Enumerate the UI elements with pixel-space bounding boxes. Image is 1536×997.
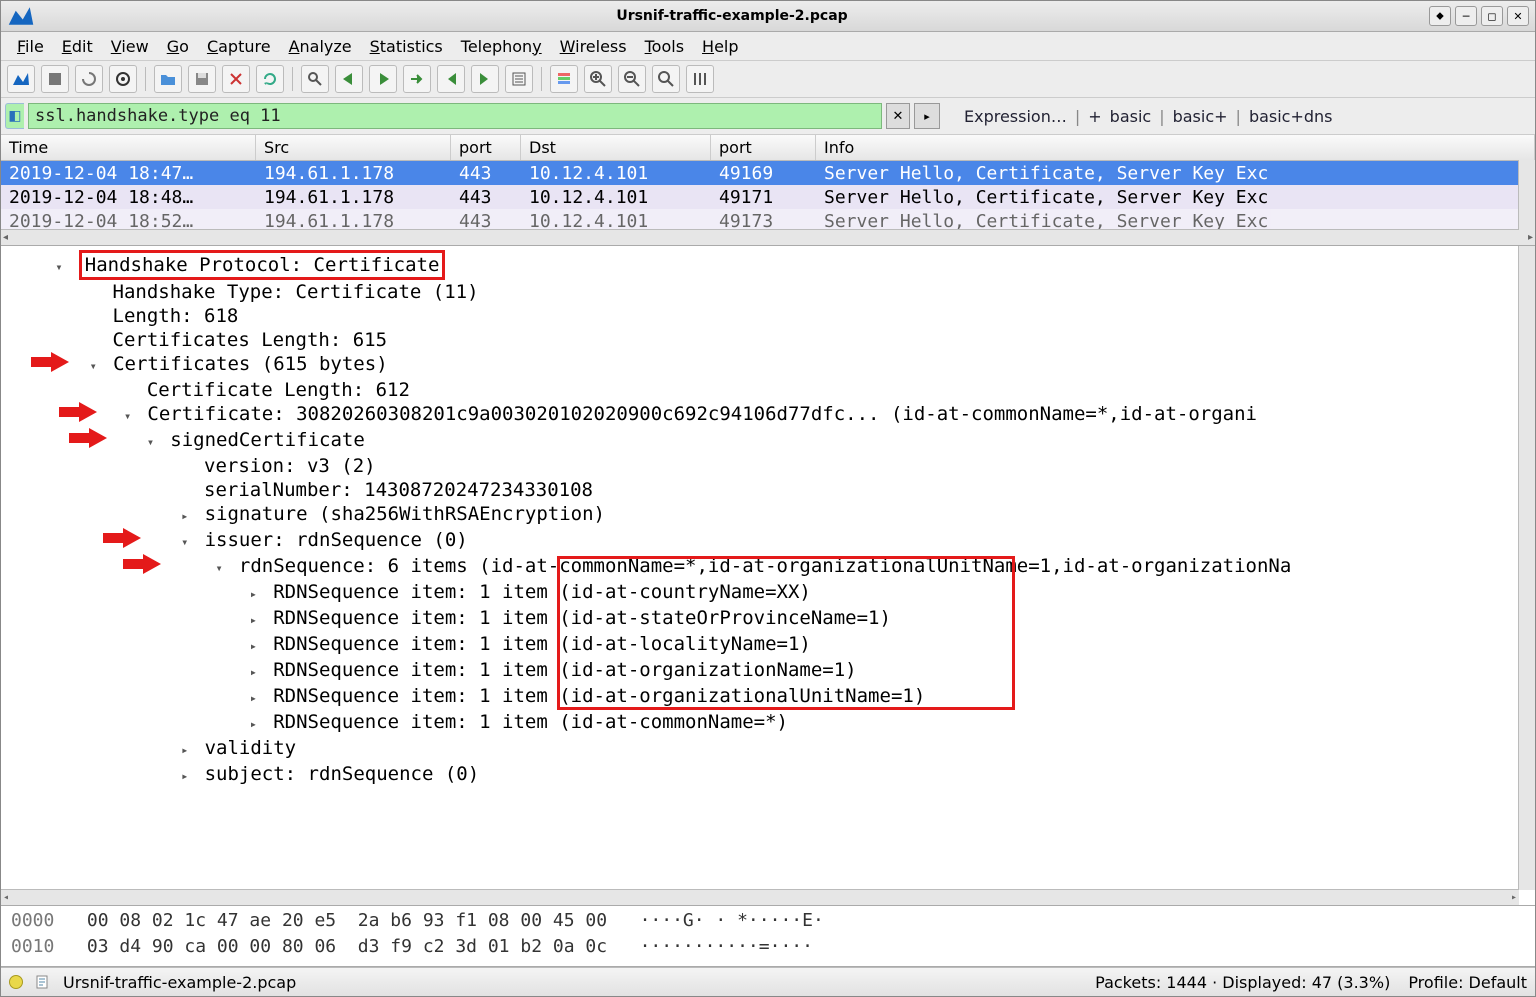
reload-button[interactable] [256,65,284,93]
start-capture-button[interactable] [7,65,35,93]
notepad-icon[interactable] [35,974,51,990]
filter-apply-button[interactable]: ▸ [914,103,940,129]
expert-info-led-icon[interactable] [9,975,23,989]
col-dport[interactable]: port [711,135,816,160]
col-src[interactable]: Src [256,135,451,160]
tree-row[interactable]: Certificates Length: 615 [21,328,1535,352]
hex-pane[interactable]: 0000 00 08 02 1c 47 ae 20 e5 2a b6 93 f1… [1,906,1535,967]
zoom-reset-button[interactable] [652,65,680,93]
minimize-button[interactable]: ─ [1455,6,1477,26]
filter-basic[interactable]: basic [1110,107,1152,126]
open-file-button[interactable] [154,65,182,93]
tree-row[interactable]: Length: 618 [21,304,1535,328]
tree-row[interactable]: ▸ validity [21,736,1535,762]
go-to-packet-button[interactable] [403,65,431,93]
menu-analyze[interactable]: Analyze [281,35,360,58]
packet-list-scrollbar-h[interactable]: ◂▸ [1,229,1535,245]
tree-row[interactable]: ▾ Handshake Protocol: Certificate [21,250,1535,280]
filter-bar: ◧ ✕ ▸ Expression… | + basic | basic+ | b… [1,98,1535,135]
toolbar [1,61,1535,98]
packet-list-pane: Time Src port Dst port Info 2019-12-04 1… [1,135,1535,246]
tree-row[interactable]: version: v3 (2) [21,454,1535,478]
resize-columns-button[interactable] [686,65,714,93]
maximize-button[interactable]: ◻ [1481,6,1503,26]
filter-bookmark-icon[interactable]: ◧ [5,103,24,129]
tree-row[interactable]: ▸ RDNSequence item: 1 item (id-at-locali… [21,632,1535,658]
wireshark-window: Ursnif-traffic-example-2.pcap ⬥ ─ ◻ ✕ Fi… [0,0,1536,997]
menu-tools[interactable]: Tools [637,35,692,58]
tree-row[interactable]: ▾ rdnSequence: 6 items (id-at-commonName… [21,554,1535,580]
capture-options-button[interactable] [109,65,137,93]
close-button[interactable]: ✕ [1507,6,1529,26]
packet-details-pane: ▾ Handshake Protocol: Certificate Handsh… [1,246,1535,906]
tree-row[interactable]: ▸ RDNSequence item: 1 item (id-at-countr… [21,580,1535,606]
zoom-out-button[interactable] [618,65,646,93]
packet-list-scrollbar-v[interactable] [1518,160,1535,230]
filter-clear-button[interactable]: ✕ [886,103,910,129]
tree-row[interactable]: ▸ RDNSequence item: 1 item (id-at-organi… [21,658,1535,684]
zoom-in-button[interactable] [584,65,612,93]
restart-capture-button[interactable] [75,65,103,93]
packet-row[interactable]: 2019-12-04 18:52…194.61.1.17844310.12.4.… [1,209,1535,229]
expression-button[interactable]: Expression… [964,107,1067,126]
menu-edit[interactable]: Edit [54,35,101,58]
stop-capture-button[interactable] [41,65,69,93]
tree-row[interactable]: ▾ Certificate: 30820260308201c9a00302010… [21,402,1535,428]
title-bar: Ursnif-traffic-example-2.pcap ⬥ ─ ◻ ✕ [1,1,1535,32]
menu-wireless[interactable]: Wireless [552,35,635,58]
save-file-button[interactable] [188,65,216,93]
menu-help[interactable]: Help [694,35,746,58]
window-title: Ursnif-traffic-example-2.pcap [35,8,1429,24]
tree-row[interactable]: ▾ signedCertificate [21,428,1535,454]
go-back-button[interactable] [335,65,363,93]
display-filter-input[interactable] [28,103,882,129]
status-profile[interactable]: Profile: Default [1408,973,1527,992]
menu-go[interactable]: Go [159,35,197,58]
close-file-button[interactable] [222,65,250,93]
packet-list-header: Time Src port Dst port Info [1,135,1535,161]
details-scrollbar-v[interactable] [1518,246,1535,890]
tree-row[interactable]: ▸ RDNSequence item: 1 item (id-at-organi… [21,684,1535,710]
window-buttons: ⬥ ─ ◻ ✕ [1429,6,1529,26]
tree-row[interactable]: Certificate Length: 612 [21,378,1535,402]
status-packets: Packets: 1444 · Displayed: 47 (3.3%) [1095,973,1390,992]
status-file: Ursnif-traffic-example-2.pcap [63,973,296,992]
go-first-button[interactable] [437,65,465,93]
go-last-button[interactable] [471,65,499,93]
colorize-button[interactable] [550,65,578,93]
menu-telephony[interactable]: Telephony [453,35,550,58]
tree-row[interactable]: ▸ RDNSequence item: 1 item (id-at-stateO… [21,606,1535,632]
find-packet-button[interactable] [301,65,329,93]
menu-view[interactable]: View [103,35,157,58]
tree-row[interactable]: Handshake Type: Certificate (11) [21,280,1535,304]
tree-row[interactable]: ▸ RDNSequence item: 1 item (id-at-common… [21,710,1535,736]
status-bar: Ursnif-traffic-example-2.pcap Packets: 1… [1,967,1535,996]
details-scrollbar-h[interactable]: ◂▸ [1,889,1519,905]
auto-scroll-button[interactable] [505,65,533,93]
col-dst[interactable]: Dst [521,135,711,160]
menu-statistics[interactable]: Statistics [362,35,451,58]
menu-bar: File Edit View Go Capture Analyze Statis… [1,32,1535,61]
filter-basicplus[interactable]: basic+ [1173,107,1228,126]
filter-basicdns[interactable]: basic+dns [1249,107,1333,126]
go-forward-button[interactable] [369,65,397,93]
menu-capture[interactable]: Capture [199,35,279,58]
tree-row[interactable]: ▾ issuer: rdnSequence (0) [21,528,1535,554]
tree-row[interactable]: ▾ Certificates (615 bytes) [21,352,1535,378]
col-sport[interactable]: port [451,135,521,160]
packet-row[interactable]: 2019-12-04 18:47…194.61.1.17844310.12.4.… [1,161,1535,185]
tree-row[interactable]: ▸ subject: rdnSequence (0) [21,762,1535,788]
tree-row[interactable]: ▸ signature (sha256WithRSAEncryption) [21,502,1535,528]
tree-row[interactable]: serialNumber: 14308720247234330108 [21,478,1535,502]
add-filter-button[interactable]: + [1088,107,1101,126]
menu-file[interactable]: File [9,35,52,58]
col-time[interactable]: Time [1,135,256,160]
wireshark-icon [7,2,35,30]
dropdown-button[interactable]: ⬥ [1429,6,1451,26]
col-info[interactable]: Info [816,135,1535,160]
packet-row[interactable]: 2019-12-04 18:48…194.61.1.17844310.12.4.… [1,185,1535,209]
